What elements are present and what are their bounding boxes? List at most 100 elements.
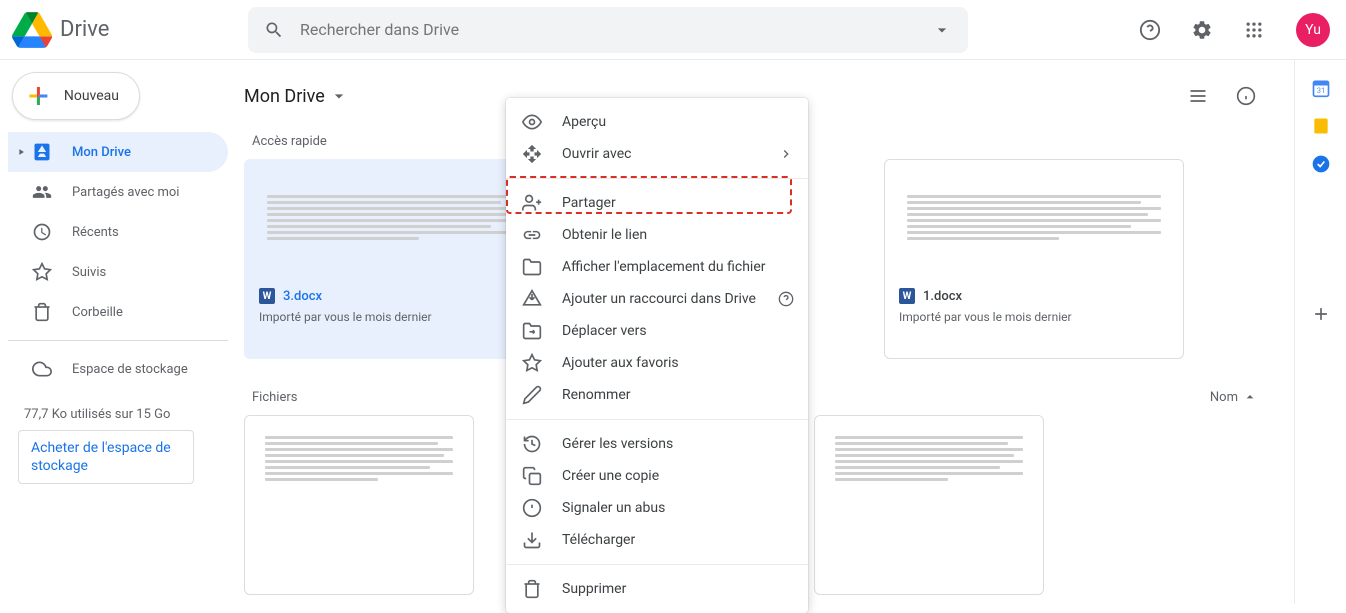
search-dropdown-icon[interactable]	[932, 20, 952, 40]
sidebar-separator	[8, 340, 228, 341]
file-name: 3.docx	[283, 289, 322, 304]
sidebar-item-label: Mon Drive	[72, 145, 131, 160]
chevron-right-icon	[778, 146, 794, 162]
tasks-icon	[1311, 154, 1331, 174]
star-icon	[522, 353, 542, 373]
docx-icon: W	[899, 288, 915, 304]
logo-block[interactable]: Drive	[12, 10, 248, 50]
calendar-addon[interactable]: 31	[1311, 78, 1331, 98]
buy-storage-button[interactable]: Acheter de l'espace de stockage	[18, 430, 194, 484]
sidebar-item-shared[interactable]: Partagés avec moi	[8, 172, 228, 212]
file-card[interactable]: W3.docx Importé par vous le mois dernier	[244, 159, 544, 359]
sidebar-item-label: Corbeille	[72, 305, 123, 320]
drive-logo-icon	[12, 10, 52, 50]
eye-icon	[522, 112, 542, 132]
ctx-make-copy[interactable]: Créer une copie	[506, 460, 808, 492]
sidebar-item-label: Suivis	[72, 265, 106, 280]
file-preview	[245, 160, 543, 278]
download-icon	[522, 530, 542, 550]
sidebar-item-my-drive[interactable]: Mon Drive	[8, 132, 228, 172]
details-button[interactable]	[1226, 76, 1266, 116]
sort-button[interactable]: Nom	[1210, 389, 1258, 405]
sidebar-item-label: Espace de stockage	[72, 362, 188, 377]
list-view-button[interactable]	[1178, 76, 1218, 116]
ctx-share[interactable]: Partager	[506, 187, 808, 219]
storage-usage-text: 77,7 Ko utilisés sur 15 Go	[24, 407, 228, 422]
info-icon	[1236, 86, 1256, 106]
side-panel: 31	[1294, 60, 1346, 604]
person-add-icon	[522, 193, 542, 213]
link-icon	[522, 225, 542, 245]
help-button[interactable]	[1130, 10, 1170, 50]
file-subtitle: Importé par vous le mois dernier	[259, 310, 529, 324]
sidebar-item-trash[interactable]: Corbeille	[8, 292, 228, 332]
header-right: Yu	[1130, 10, 1334, 50]
calendar-icon: 31	[1311, 78, 1331, 98]
copy-icon	[522, 466, 542, 486]
report-icon	[522, 498, 542, 518]
chevron-down-icon[interactable]	[329, 86, 349, 106]
keep-icon	[1311, 116, 1331, 136]
cloud-icon	[32, 359, 52, 379]
breadcrumb[interactable]: Mon Drive	[244, 86, 325, 107]
file-card[interactable]	[814, 415, 1044, 595]
delete-icon	[522, 579, 542, 599]
avatar[interactable]: Yu	[1296, 13, 1330, 47]
sidebar-item-storage[interactable]: Espace de stockage	[8, 349, 228, 389]
file-card[interactable]: W1.docx Importé par vous le mois dernier	[884, 159, 1184, 359]
shared-icon	[32, 182, 52, 202]
history-icon	[522, 434, 542, 454]
apps-grid-icon	[1244, 20, 1264, 40]
help-icon	[1139, 19, 1161, 41]
ctx-open-with[interactable]: Ouvrir avec	[506, 138, 808, 170]
ctx-get-link[interactable]: Obtenir le lien	[506, 219, 808, 251]
open-with-icon	[522, 144, 542, 164]
drive-shortcut-icon	[522, 289, 542, 309]
search-bar[interactable]	[248, 7, 968, 53]
gear-icon	[1191, 19, 1213, 41]
app-title: Drive	[60, 17, 109, 42]
context-menu: Aperçu Ouvrir avec Partager Obtenir le l…	[506, 98, 808, 613]
sidebar-item-starred[interactable]: Suivis	[8, 252, 228, 292]
ctx-move-to[interactable]: Déplacer vers	[506, 315, 808, 347]
add-addon-button[interactable]	[1311, 304, 1331, 324]
ctx-separator	[506, 178, 808, 179]
tasks-addon[interactable]	[1311, 154, 1331, 174]
ctx-preview[interactable]: Aperçu	[506, 106, 808, 138]
sidebar: Nouveau Mon Drive Partagés avec moi Réce…	[0, 60, 236, 604]
ctx-add-star[interactable]: Ajouter aux favoris	[506, 347, 808, 379]
sidebar-item-label: Récents	[72, 225, 119, 240]
list-view-icon	[1188, 86, 1208, 106]
sidebar-item-recent[interactable]: Récents	[8, 212, 228, 252]
ctx-add-shortcut[interactable]: Ajouter un raccourci dans Drive	[506, 283, 808, 315]
new-button[interactable]: Nouveau	[12, 72, 140, 120]
ctx-separator	[506, 419, 808, 420]
caret-right-icon	[16, 147, 26, 157]
plus-icon	[1311, 304, 1331, 324]
ctx-show-location[interactable]: Afficher l'emplacement du fichier	[506, 251, 808, 283]
search-input[interactable]	[284, 20, 932, 39]
ctx-delete[interactable]: Supprimer	[506, 573, 808, 605]
file-subtitle: Importé par vous le mois dernier	[899, 310, 1169, 324]
ctx-download[interactable]: Télécharger	[506, 524, 808, 556]
apps-button[interactable]	[1234, 10, 1274, 50]
trash-icon	[32, 302, 52, 322]
my-drive-icon	[32, 142, 52, 162]
sidebar-item-label: Partagés avec moi	[72, 185, 179, 200]
new-button-label: Nouveau	[64, 88, 119, 104]
ctx-report-abuse[interactable]: Signaler un abus	[506, 492, 808, 524]
keep-addon[interactable]	[1311, 116, 1331, 136]
search-icon	[264, 20, 284, 40]
settings-button[interactable]	[1182, 10, 1222, 50]
help-icon[interactable]	[778, 291, 794, 307]
files-label: Fichiers	[252, 390, 297, 405]
move-icon	[522, 321, 542, 341]
ctx-separator	[506, 564, 808, 565]
ctx-manage-versions[interactable]: Gérer les versions	[506, 428, 808, 460]
folder-icon	[522, 257, 542, 277]
arrow-up-icon	[1242, 389, 1258, 405]
ctx-rename[interactable]: Renommer	[506, 379, 808, 411]
app-header: Drive Yu	[0, 0, 1346, 60]
file-card[interactable]	[244, 415, 474, 595]
recent-icon	[32, 222, 52, 242]
